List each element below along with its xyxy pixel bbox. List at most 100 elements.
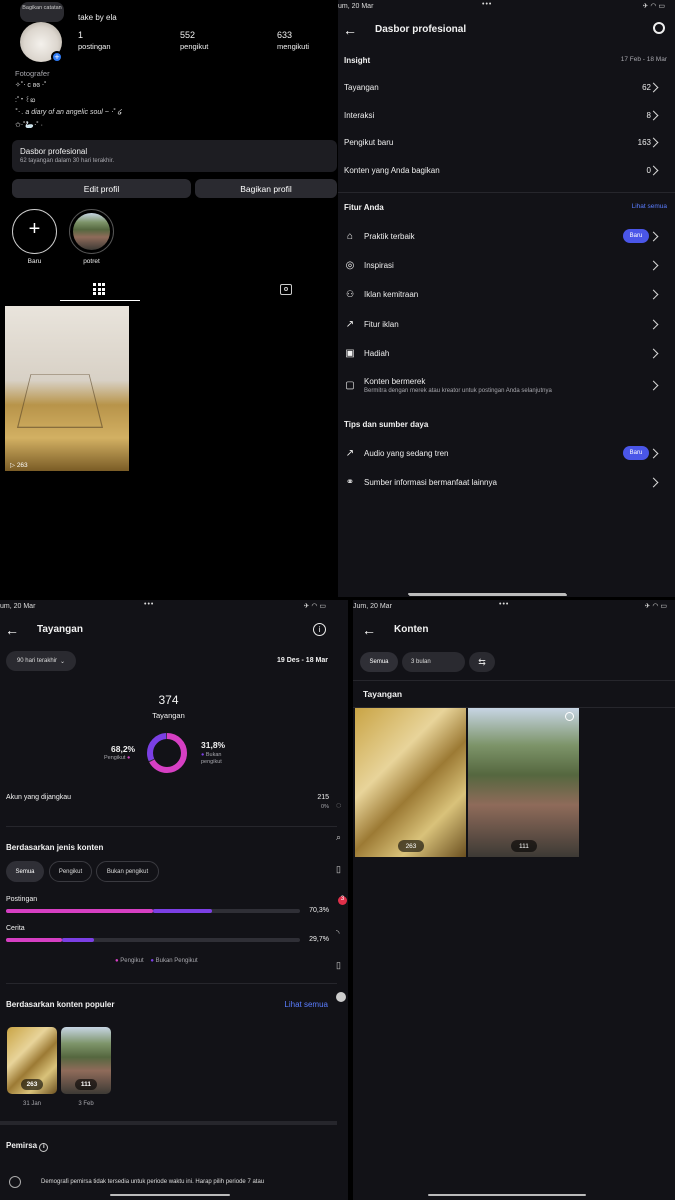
avatar[interactable]: + [20,22,63,63]
feature-label: Hadiah [364,348,390,358]
audience-note: Demografi pemirsa tidak tersedia untuk p… [41,1179,265,1185]
reached-accounts-label: Akun yang dijangkau [6,794,71,801]
reached-accounts-value: 215 [317,794,329,801]
grid-tab[interactable] [93,283,105,295]
tip-more-resources[interactable]: ⚭ Sumber informasi bermanfaat lainnya [344,471,667,493]
feature-gifts[interactable]: ▣ Hadiah [344,342,667,364]
info-icon[interactable]: i [39,1143,49,1152]
profile-category: Fotografer [15,69,50,78]
highlight-new[interactable]: + [12,209,57,254]
tab-all[interactable]: Semua [6,861,44,882]
insight-row-views[interactable]: Tayangan 62 [344,76,667,98]
note-bubble[interactable]: Bagikan catatan [20,2,64,22]
content-item-2[interactable]: 111 [468,708,579,857]
chevron-right-icon [648,289,659,299]
section-divider [6,983,337,984]
feature-partnership-ads[interactable]: ⚇ Iklan kemitraan [344,283,667,305]
new-badge: Baru [623,446,649,460]
add-story-icon[interactable]: + [51,51,63,63]
popular-content-heading: Berdasarkan konten populer [6,1000,115,1009]
back-arrow-icon[interactable]: ← [343,22,357,38]
insight-label: Konten yang Anda bagikan [344,165,440,175]
chevron-right-icon [648,231,659,241]
type-row-posts-label: Postingan [6,896,38,903]
filter-settings-icon[interactable]: ⇆ [469,652,495,672]
stat-following[interactable]: 633 mengikuti [277,30,309,51]
highlight-potret[interactable] [69,209,114,254]
period-filter-dropdown[interactable]: 90 hari terakhir ⌄ [6,651,76,671]
popular-item-1[interactable]: 263 [7,1027,57,1094]
arrow-up-right-icon: ↗ [345,447,355,459]
status-bar: 41 Jum, 20 Mar ••• ✈ ◠ ▭ [353,600,675,614]
carousel-icon [565,712,574,721]
new-badge: Baru [623,229,649,243]
section-divider-thick [0,1121,337,1125]
back-arrow-icon[interactable]: ← [5,622,19,638]
share-profile-button[interactable]: Bagikan profil [195,179,337,198]
content-item-1[interactable]: 263 [355,708,466,857]
feature-branded-content[interactable]: ▢ Konten bermerek Bermitra dengan merek … [344,372,667,398]
posts-followers-segment [6,909,153,913]
insight-date-range: 17 Feb - 18 Mar [620,56,667,63]
section-divider [338,192,675,193]
filter-all[interactable]: Semua [360,652,398,672]
tagged-tab-icon[interactable] [280,284,292,295]
chevron-right-icon [648,348,659,358]
status-dots: ••• [482,1,493,8]
nonfollowers-pct-label: ● Bukan pengikut [201,752,222,765]
dashboard-card-title: Dasbor profesional [20,147,88,156]
lightbulb-icon: ◎ [345,259,355,271]
status-time: Jum, 20 Mar [353,603,392,610]
post-views-count: 263 [16,462,28,469]
audience-heading: Pemirsa i [6,1141,49,1152]
tip-trending-audio[interactable]: ↗ Audio yang sedang tren Baru [344,442,667,464]
status-bar: um, 20 Mar ••• ✈ ◠ ▭ [338,0,675,14]
popular-item-views: 111 [75,1079,97,1090]
views-panel: um, 20 Mar ••• ✈ ◠ ▭ ← Tayangan i 90 har… [0,600,348,1200]
followers-count: 552 [180,30,196,40]
followers-pct: 68,2% [111,744,136,754]
feature-inspiration[interactable]: ◎ Inspirasi [344,254,667,276]
chevron-right-icon [648,260,659,270]
stat-followers[interactable]: 552 pengikut [180,30,208,51]
type-row-stories-pct: 29,7% [309,936,329,943]
edit-profile-button[interactable]: Edit profil [12,179,191,198]
post-views: ▷ 263 [10,462,28,469]
popular-see-all-link[interactable]: Lihat semua [284,1000,328,1009]
bio-line-4: ✩‧˚🦢‧˚ · [15,122,43,129]
chevron-right-icon [648,319,659,329]
feature-label: Inspirasi [364,260,394,270]
username: take by ela [78,13,117,22]
feature-best-practices[interactable]: ⌂ Praktik terbaik Baru [344,225,667,247]
views-date-range: 19 Des - 18 Mar [277,657,328,664]
side-rail-icon: ▯ [336,960,341,970]
popular-item-2[interactable]: 111 [61,1027,111,1094]
bio-line-1: ✧˚‧ c ʚɞ ‧˚ [15,82,47,89]
tab-followers[interactable]: Pengikut [49,861,92,882]
settings-gear-icon[interactable] [653,22,665,34]
content-title: Konten [394,624,429,635]
professional-dashboard-card[interactable]: Dasbor profesional 62 tayangan dalam 30 … [12,140,337,172]
stories-nonfollowers-segment [61,938,95,942]
insight-row-interactions[interactable]: Interaksi 8 [344,104,667,126]
avatar [336,992,346,1002]
top-home-indicator [409,594,567,596]
views-donut-chart [147,733,187,773]
feature-ad-tools[interactable]: ↗ Fitur iklan [344,313,667,335]
stat-posts[interactable]: 1 postingan [78,30,111,51]
followers-label-text: Pengikut [104,755,126,761]
back-arrow-icon[interactable]: ← [362,622,376,638]
legend-nonfollowers: Bukan Pengikut [155,958,198,964]
info-icon[interactable]: i [313,623,326,636]
filter-period[interactable]: 3 bulan [402,652,465,672]
insight-label: Pengikut baru [344,137,394,147]
plus-icon: + [28,218,41,240]
features-see-all-link[interactable]: Lihat semua [632,203,667,210]
insight-row-shared-content[interactable]: Konten yang Anda bagikan 0 [344,159,667,181]
posts-count: 1 [78,30,84,40]
post-thumbnail[interactable]: ▷ 263 [5,306,129,471]
total-views-label: Tayangan [152,711,185,720]
tab-nonfollowers[interactable]: Bukan pengikut [96,861,159,882]
handshake-icon: ⚇ [345,288,355,299]
insight-row-new-followers[interactable]: Pengikut baru 163 [344,131,667,153]
